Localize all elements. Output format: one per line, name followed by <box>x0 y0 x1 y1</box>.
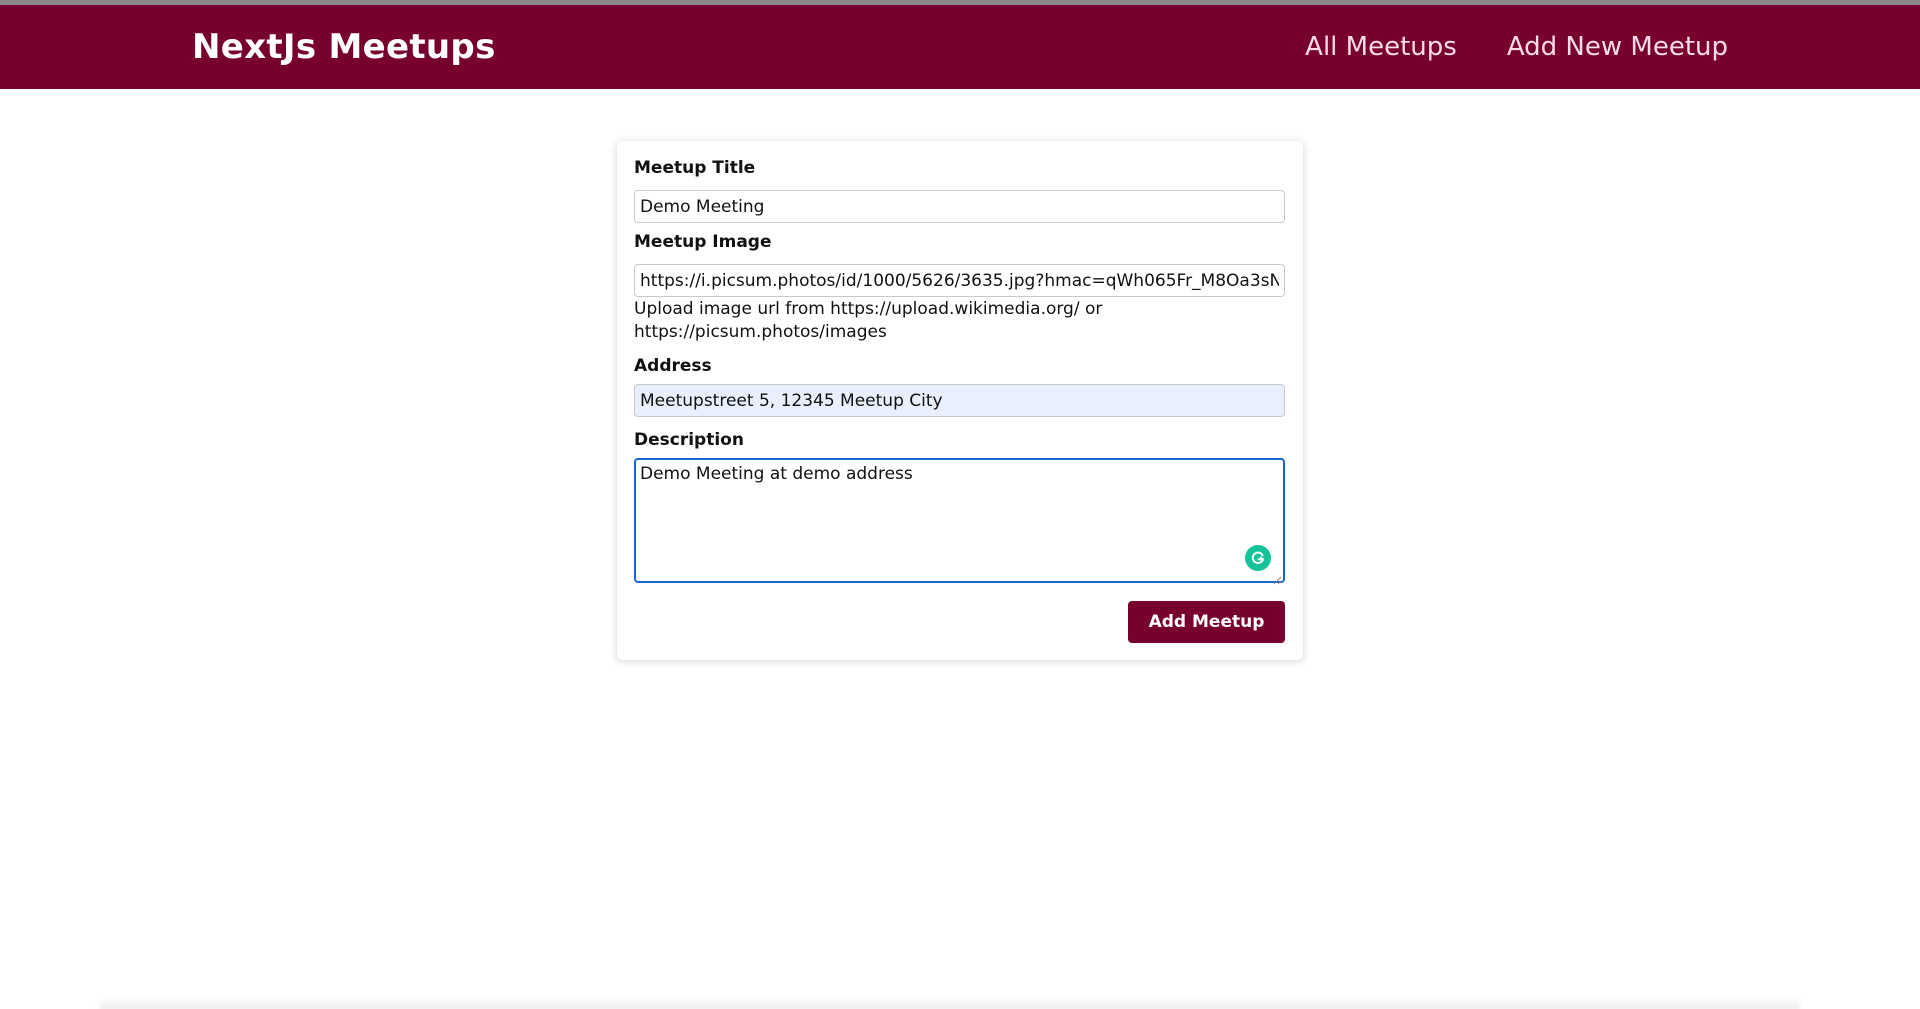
grammarly-icon[interactable] <box>1245 545 1271 571</box>
bottom-window-shadow <box>100 1000 1800 1009</box>
address-label: Address <box>634 356 712 376</box>
site-header: NextJs Meetups All Meetups Add New Meetu… <box>0 5 1920 89</box>
site-logo[interactable]: NextJs Meetups <box>192 27 496 67</box>
meetup-image-input[interactable] <box>634 264 1285 297</box>
description-textarea[interactable]: Demo Meeting at demo address <box>634 458 1285 583</box>
meetup-title-label: Meetup Title <box>634 158 756 178</box>
meetup-image-label: Meetup Image <box>634 232 772 252</box>
nav-link-all-meetups[interactable]: All Meetups <box>1305 32 1457 62</box>
add-meetup-button[interactable]: Add Meetup <box>1128 601 1285 643</box>
address-input[interactable] <box>634 384 1285 417</box>
main-nav: All Meetups Add New Meetup <box>1305 32 1728 62</box>
new-meetup-form: Meetup Title Meetup Image Upload image u… <box>617 141 1303 660</box>
resize-grip-icon[interactable] <box>1272 570 1282 585</box>
meetup-title-input[interactable] <box>634 190 1285 223</box>
description-label: Description <box>634 430 744 450</box>
nav-link-add-new-meetup[interactable]: Add New Meetup <box>1507 32 1728 62</box>
meetup-image-hint: Upload image url from https://upload.wik… <box>634 299 1103 342</box>
